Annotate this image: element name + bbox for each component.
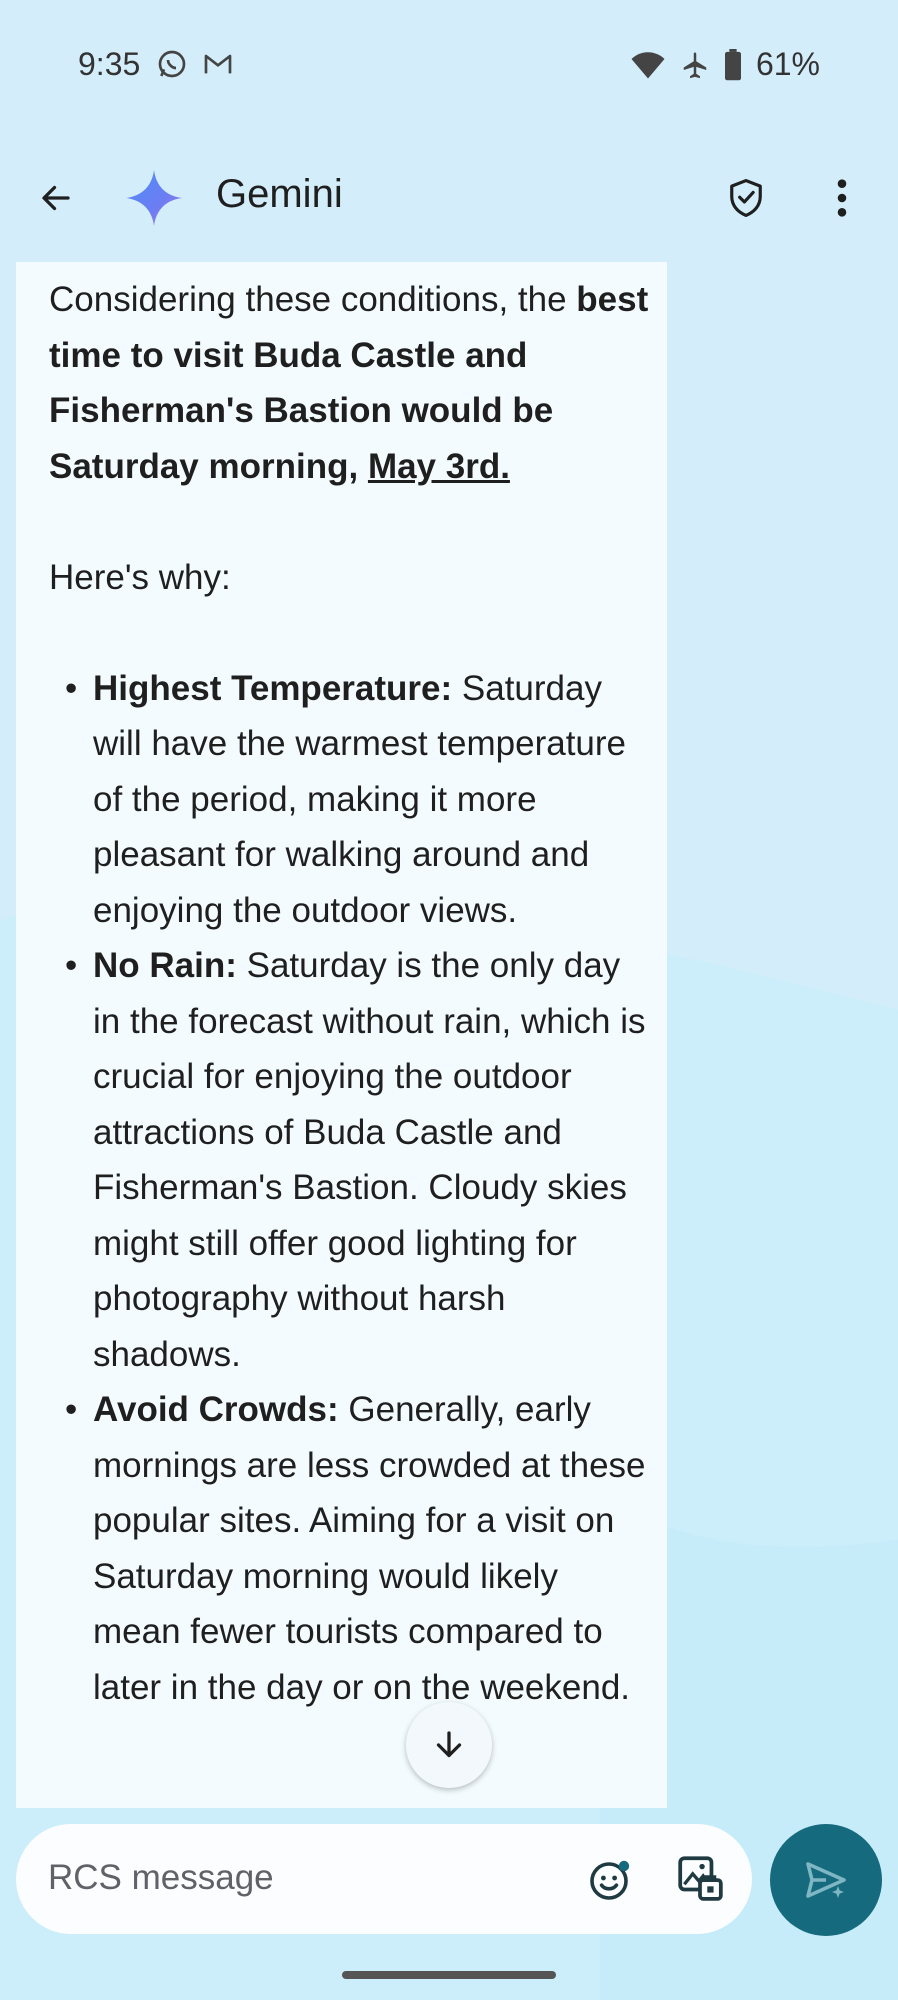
send-button[interactable] [770, 1824, 882, 1936]
airplane-icon [680, 49, 710, 81]
gesture-nav-handle[interactable] [342, 1971, 556, 1979]
back-button[interactable] [28, 170, 84, 226]
wifi-icon [630, 49, 666, 81]
bullet-dot: • [65, 946, 78, 985]
battery-percent: 61% [755, 46, 820, 82]
list-item: • Highest Temperature: Saturday will hav… [49, 661, 649, 939]
arrow-down-icon [436, 1731, 462, 1758]
bullet-dot: • [65, 1390, 78, 1429]
verified-shield-button[interactable] [718, 170, 774, 226]
status-bar: 9:35 61% [0, 40, 898, 92]
why-heading: Here's why: [49, 557, 231, 597]
bullet-title: No Rain: [93, 946, 237, 985]
app-bar: Gemini [0, 160, 898, 234]
gallery-button[interactable] [672, 1850, 728, 1906]
gemini-sparkle-icon [124, 168, 184, 228]
bullet-dot: • [65, 668, 78, 708]
emoji-icon [590, 1860, 630, 1900]
arrow-left-icon [42, 185, 70, 211]
date-link[interactable]: May 3rd. [368, 447, 510, 486]
notification-icons [156, 48, 234, 88]
send-icon [806, 1862, 846, 1898]
emoji-button[interactable] [582, 1852, 638, 1908]
message-bubble: Considering these conditions, the best t… [16, 262, 667, 1808]
status-time: 9:35 [78, 46, 141, 82]
gallery-icon [678, 1856, 723, 1901]
whatsapp-icon [156, 48, 188, 88]
intro-plain: Considering these conditions, the [49, 280, 577, 319]
list-item: • Avoid Crowds: Generally, early morning… [49, 1382, 649, 1715]
shield-check-icon [730, 178, 762, 217]
message-intro: Considering these conditions, the best t… [49, 272, 649, 494]
bullet-title: Avoid Crowds: [93, 1390, 339, 1429]
more-options-button[interactable] [814, 170, 870, 226]
gmail-icon [202, 48, 234, 88]
bullet-title: Highest Temperature: [93, 668, 453, 708]
system-icons: 61% [630, 46, 820, 83]
app-title: Gemini [216, 172, 343, 216]
message-text: Considering these conditions, the best t… [49, 272, 649, 1715]
bullet-text: Generally, early mornings are less crowd… [93, 1390, 646, 1707]
scroll-to-bottom-button[interactable] [406, 1702, 492, 1788]
message-input[interactable] [48, 1852, 568, 1904]
bullet-text: Saturday is the only day in the forecast… [93, 946, 646, 1374]
battery-icon [724, 48, 742, 81]
more-vert-icon [837, 179, 847, 217]
message-composer [16, 1824, 752, 1934]
list-item: • No Rain: Saturday is the only day in t… [49, 938, 649, 1382]
